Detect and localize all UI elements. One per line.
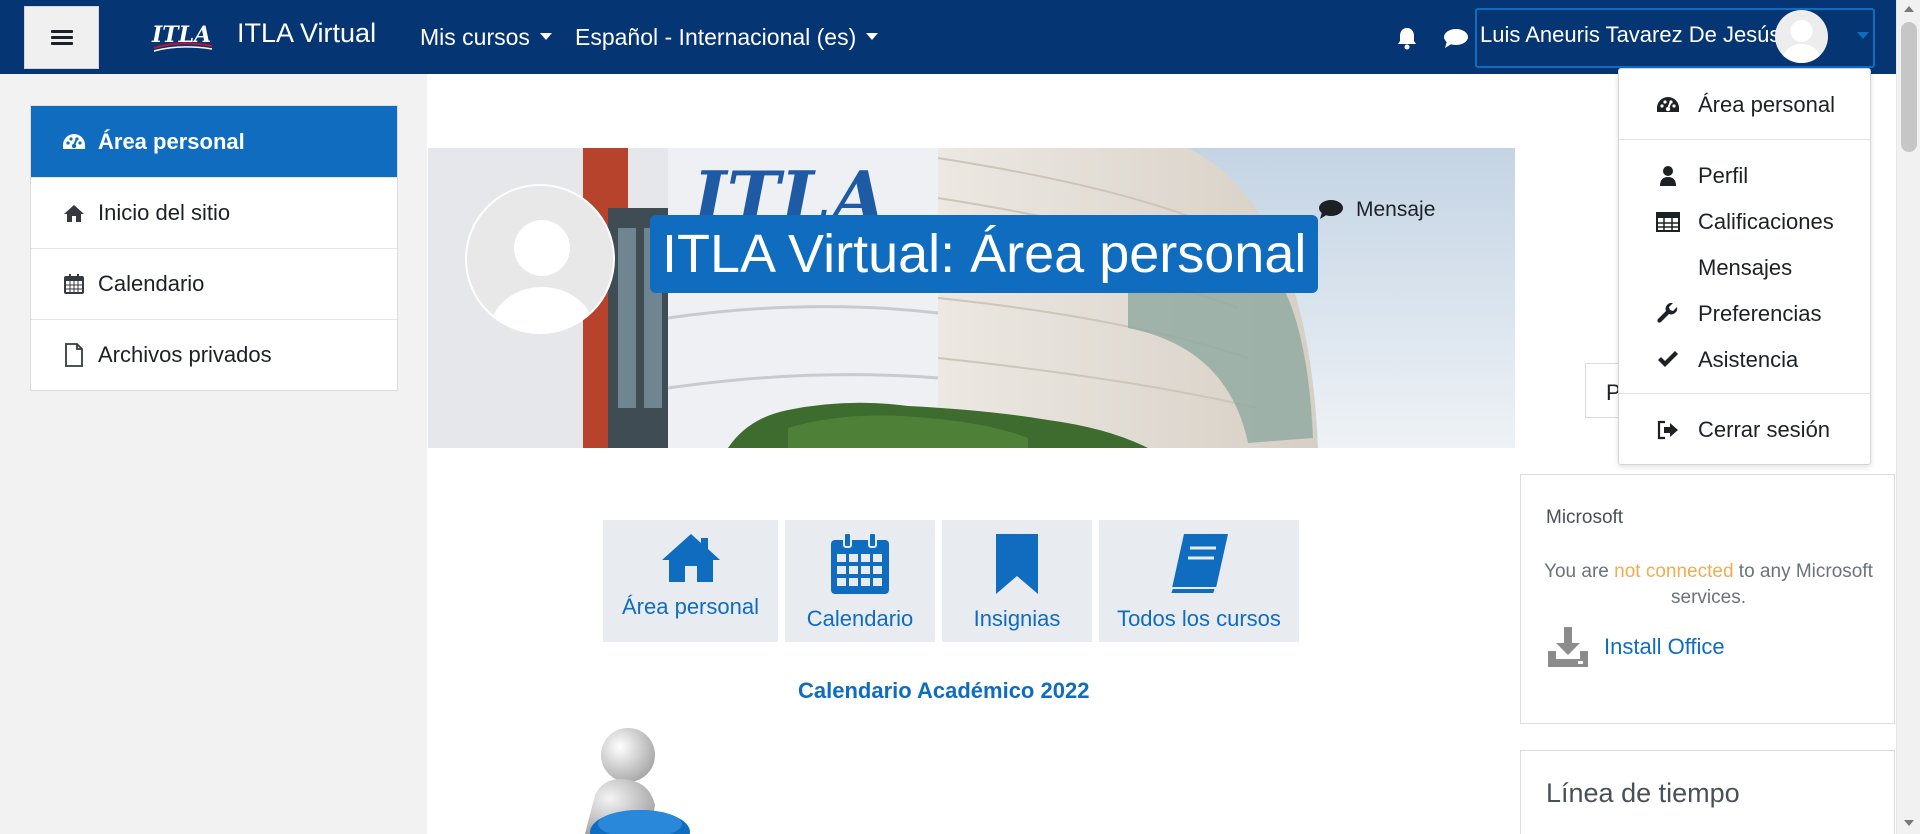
wrench-icon	[1655, 301, 1681, 327]
microsoft-block: Microsoft You are not connected to any M…	[1520, 474, 1895, 724]
dropdown-item-label: Asistencia	[1698, 347, 1799, 372]
table-icon	[1655, 209, 1681, 235]
comment-icon	[1319, 200, 1343, 219]
sidebar-item-calendario[interactable]: Calendario	[31, 248, 397, 319]
not-connected-link[interactable]: not connected	[1614, 561, 1733, 582]
site-name[interactable]: ITLA Virtual	[237, 18, 376, 49]
home-icon	[62, 201, 86, 225]
tile-label: Calendario	[806, 606, 914, 631]
chat-icon[interactable]	[1443, 28, 1469, 50]
dropdown-item-cerrar-sesion[interactable]: Cerrar sesión	[1619, 410, 1870, 450]
timeline-block: Línea de tiempo	[1520, 750, 1895, 834]
profile-picture	[465, 184, 615, 334]
status-prefix: You are	[1544, 561, 1615, 582]
sidebar-item-label: Archivos privados	[98, 342, 272, 367]
download-icon	[1548, 627, 1588, 667]
dropdown-item-label: Mensajes	[1698, 255, 1793, 280]
drawer-toggle-button[interactable]	[24, 6, 99, 69]
user-avatar[interactable]	[1775, 10, 1828, 63]
calendar-icon	[831, 532, 889, 594]
tile-todos-los-cursos[interactable]: Todos los cursos	[1099, 520, 1299, 642]
home-icon	[661, 534, 720, 582]
microsoft-status-text: You are not connected to any Microsoft s…	[1541, 559, 1876, 611]
dropdown-item-label: Preferencias	[1698, 301, 1822, 326]
dropdown-divider	[1619, 393, 1870, 394]
dropdown-item-label: Cerrar sesión	[1698, 417, 1831, 442]
user-name[interactable]: Luis Aneuris Tavarez De Jesús	[1480, 22, 1780, 48]
sidebar-item-label: Inicio del sitio	[98, 200, 231, 225]
sidebar-item-archivos[interactable]: Archivos privados	[31, 319, 397, 390]
bell-icon[interactable]	[1396, 26, 1418, 50]
sidebar-item-inicio[interactable]: Inicio del sitio	[31, 177, 397, 248]
block-title: Microsoft	[1546, 507, 1624, 528]
dropdown-item-preferencias[interactable]: Preferencias	[1619, 294, 1870, 334]
message-label: Mensaje	[1356, 198, 1436, 221]
dashboard-icon	[1655, 92, 1681, 118]
3d-figure-image	[585, 728, 690, 834]
page-scrollbar[interactable]	[1896, 0, 1920, 834]
tile-insignias[interactable]: Insignias	[942, 520, 1092, 642]
dropdown-item-label: Calificaciones	[1698, 209, 1834, 234]
caret-down-icon	[866, 33, 879, 41]
dropdown-item-asistencia[interactable]: Asistencia	[1619, 340, 1870, 380]
dashboard-icon	[62, 130, 86, 154]
user-icon	[1655, 163, 1681, 189]
block-title: Línea de tiempo	[1546, 778, 1740, 808]
dropdown-item-mensajes[interactable]: Mensajes	[1619, 248, 1870, 288]
bookmark-icon	[996, 534, 1038, 594]
install-office-label: Install Office	[1604, 634, 1725, 659]
scroll-down-arrow-icon[interactable]	[1904, 820, 1914, 826]
user-dropdown-menu: Área personal Perfil Calificaciones Mens…	[1618, 68, 1871, 465]
tile-label: Insignias	[973, 606, 1061, 631]
sidebar-item-label: Calendario	[98, 271, 205, 296]
my-courses-label: Mis cursos	[420, 24, 530, 50]
tile-label: Todos los cursos	[1117, 606, 1281, 631]
install-office-link[interactable]: Install Office	[1546, 625, 1725, 669]
dropdown-item-area-personal[interactable]: Área personal	[1619, 85, 1870, 125]
language-menu[interactable]: Español - Internacional (es)	[575, 24, 879, 51]
dropdown-item-perfil[interactable]: Perfil	[1619, 156, 1870, 196]
language-label: Español - Internacional (es)	[575, 24, 857, 50]
sidebar-item-label: Área personal	[98, 128, 245, 154]
tile-calendario[interactable]: Calendario	[785, 520, 935, 642]
dropdown-divider	[1619, 139, 1870, 140]
top-navbar: ITLA ITLA Virtual Mis cursos Español - I…	[0, 0, 1920, 74]
check-icon	[1655, 347, 1681, 373]
itla-logo[interactable]: ITLA	[150, 18, 216, 54]
sidebar-nav: Área personal Inicio del sitio Calendari…	[30, 105, 398, 391]
sidebar-item-area-personal[interactable]: Área personal	[31, 106, 397, 177]
caret-down-icon	[539, 33, 552, 41]
scroll-up-arrow-icon[interactable]	[1904, 6, 1914, 12]
dropdown-item-label: Área personal	[1698, 92, 1835, 117]
page-title: ITLA Virtual: Área personal	[650, 215, 1319, 293]
tile-area-personal[interactable]: Área personal	[603, 520, 778, 642]
dropdown-item-calificaciones[interactable]: Calificaciones	[1619, 202, 1870, 242]
my-courses-menu[interactable]: Mis cursos	[420, 24, 552, 51]
scrollbar-thumb[interactable]	[1901, 22, 1917, 152]
file-icon	[62, 343, 86, 367]
sign-out-icon	[1655, 417, 1681, 443]
message-button[interactable]: Mensaje	[1318, 198, 1435, 222]
caret-down-icon[interactable]	[1857, 32, 1869, 39]
dropdown-item-label: Perfil	[1698, 163, 1749, 188]
calendar-icon	[62, 272, 86, 296]
book-icon	[1168, 534, 1228, 595]
tile-label: Área personal	[622, 594, 759, 619]
calendar-academic-link[interactable]: Calendario Académico 2022	[798, 678, 1089, 704]
bars-icon	[50, 29, 73, 46]
